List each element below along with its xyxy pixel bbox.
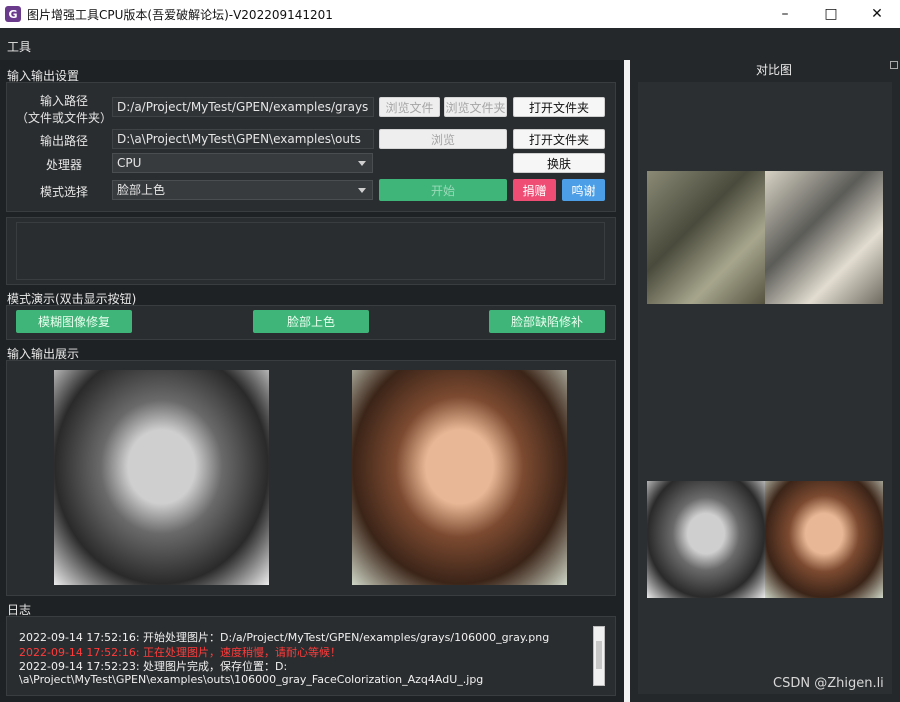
output-image: [352, 370, 567, 585]
compare-face-after: [765, 481, 883, 598]
chevron-down-icon: [358, 188, 366, 193]
demo-colorize-button[interactable]: 脸部上色: [253, 310, 369, 333]
menu-tools[interactable]: 工具: [7, 38, 31, 55]
watermark: CSDN @Zhigen.li: [773, 676, 884, 691]
maximize-button[interactable]: □: [808, 0, 854, 28]
open-output-folder-button[interactable]: 打开文件夹: [513, 129, 605, 149]
demo-inpaint-button[interactable]: 脸部缺陷修补: [489, 310, 605, 333]
log-scrollbar[interactable]: [593, 626, 605, 686]
log-line: \a\Project\MyTest\GPEN\examples\outs\106…: [19, 673, 484, 686]
mode-select[interactable]: 脸部上色: [112, 180, 373, 200]
chevron-down-icon: [358, 161, 366, 166]
skin-button[interactable]: 换肤: [513, 153, 605, 173]
input-path-sublabel: （文件或文件夹）: [15, 111, 112, 125]
compare-old-after: [765, 171, 883, 304]
browse-folder-button[interactable]: 浏览文件夹: [444, 97, 507, 117]
processor-select[interactable]: CPU: [112, 153, 373, 173]
empty-panel: [6, 217, 616, 285]
donate-button[interactable]: 捐赠: [513, 179, 556, 201]
processor-label: 处理器: [45, 158, 82, 172]
title-bar: G 图片增强工具CPU版本(吾爱破解论坛)-V202209141201 – □ …: [0, 0, 900, 28]
float-window-icon[interactable]: [890, 61, 898, 69]
compare-title: 对比图: [756, 63, 793, 77]
processor-value: CPU: [117, 156, 142, 170]
menu-bar: 工具: [0, 28, 900, 60]
mode-label: 模式选择: [39, 185, 88, 199]
input-path-label: 输入路径: [39, 94, 88, 108]
empty-panel-inner: [16, 222, 605, 280]
minimize-button[interactable]: –: [762, 0, 808, 28]
compare-face-before: [647, 481, 765, 598]
input-image: [54, 370, 269, 585]
close-button[interactable]: ✕: [854, 0, 900, 28]
output-path-label: 输出路径: [39, 134, 88, 148]
demo-deblur-button[interactable]: 模糊图像修复: [16, 310, 132, 333]
window-controls: – □ ✕: [762, 0, 900, 28]
output-path-field[interactable]: D:\a\Project\MyTest\GPEN\examples\outs: [112, 129, 374, 149]
log-line: 2022-09-14 17:52:16: 开始处理图片：D:/a/Project…: [19, 631, 550, 644]
mode-value: 脸部上色: [117, 183, 166, 197]
input-path-field[interactable]: D:/a/Project/MyTest/GPEN/examples/grays: [112, 97, 374, 117]
start-button[interactable]: 开始: [379, 179, 507, 201]
compare-old-before: [647, 171, 765, 304]
thanks-button[interactable]: 鸣谢: [562, 179, 605, 201]
app-icon: G: [5, 6, 21, 22]
log-line: 2022-09-14 17:52:23: 处理图片完成，保存位置：D:: [19, 660, 288, 673]
browse-file-button[interactable]: 浏览文件: [379, 97, 440, 117]
log-scrollbar-thumb[interactable]: [596, 641, 602, 669]
window-title: 图片增强工具CPU版本(吾爱破解论坛)-V202209141201: [27, 7, 333, 22]
browse-output-button[interactable]: 浏览: [379, 129, 507, 149]
open-input-folder-button[interactable]: 打开文件夹: [513, 97, 605, 117]
